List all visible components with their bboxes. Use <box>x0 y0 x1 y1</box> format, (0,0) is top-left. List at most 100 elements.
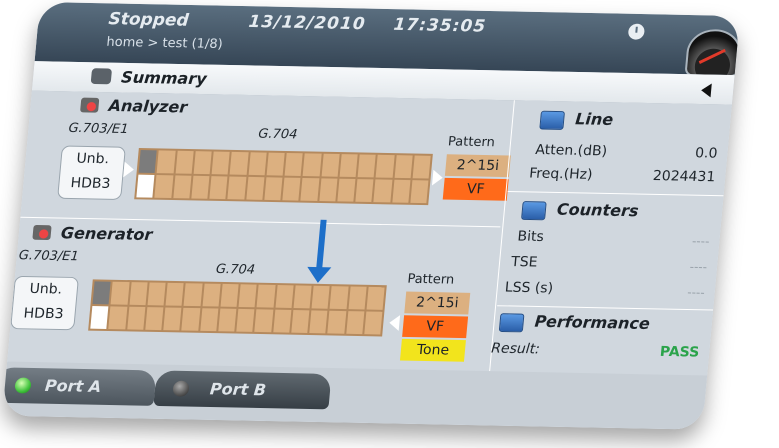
timeslot-cell[interactable] <box>266 152 285 176</box>
timeslot-cell[interactable] <box>282 177 301 201</box>
flow-down-arrow-icon <box>316 219 327 270</box>
generator-pattern-1[interactable]: VF <box>402 315 469 339</box>
timeslot-cell[interactable] <box>147 282 166 306</box>
timeslot-cell[interactable] <box>348 286 367 310</box>
timeslot-cell[interactable] <box>256 284 276 308</box>
timeslot-cell[interactable] <box>229 151 249 175</box>
port-a-tab[interactable]: Port A <box>2 367 157 406</box>
analyzer-mode-box[interactable]: Unb. HDB3 <box>57 145 126 200</box>
generator-timeslot-grid[interactable] <box>88 279 387 337</box>
counters-bits-value: ---- <box>691 234 711 249</box>
timeslot-cell[interactable] <box>110 281 130 305</box>
analyzer-pattern-1[interactable]: VF <box>442 177 509 201</box>
timeslot-cell[interactable] <box>355 179 374 203</box>
timeslot-cell[interactable] <box>108 306 127 330</box>
port-b-tab[interactable]: Port B <box>153 370 332 410</box>
timeslot-cell[interactable] <box>183 283 203 307</box>
timeslot-cell[interactable] <box>366 286 385 310</box>
timeslot-cell[interactable] <box>163 307 182 331</box>
timeslot-cell[interactable] <box>154 175 173 199</box>
port-b-status-led-icon <box>172 380 190 397</box>
generator-interface: G.703/E1 <box>18 248 80 265</box>
generator-title: Generator <box>60 223 154 245</box>
timeslot-cell[interactable] <box>318 178 338 202</box>
gauge-icon[interactable] <box>684 28 740 78</box>
timeslot-cell[interactable] <box>138 150 157 174</box>
timeslot-cell[interactable] <box>275 285 294 308</box>
timeslot-cell[interactable] <box>300 177 319 201</box>
timeslot-cell[interactable] <box>254 309 273 333</box>
breadcrumb[interactable]: home > test (1/8) <box>106 35 224 52</box>
timeslot-cell[interactable] <box>165 282 184 306</box>
test-status: Stopped <box>107 9 190 31</box>
timeslot-cell[interactable] <box>193 151 212 175</box>
timeslot-cell[interactable] <box>284 152 303 176</box>
timeslot-cell[interactable] <box>236 308 255 332</box>
performance-result-value: PASS <box>659 344 700 361</box>
generator-pattern-0[interactable]: 2^15i <box>404 291 471 315</box>
timeslot-cell[interactable] <box>202 283 221 307</box>
generator-pattern-label: Pattern <box>406 271 455 288</box>
timeslot-cell[interactable] <box>90 305 109 329</box>
generator-pattern-2[interactable]: Tone <box>399 338 466 362</box>
timeslot-cell[interactable] <box>410 180 429 204</box>
timeslot-cell[interactable] <box>92 281 111 305</box>
analyzer-interface: G.703/E1 <box>67 121 130 137</box>
timeslot-cell[interactable] <box>394 155 413 179</box>
analyzer-output-arrow-icon <box>431 169 444 186</box>
timeslot-cell[interactable] <box>220 283 239 307</box>
timeslot-cell[interactable] <box>227 176 246 200</box>
line-freq-label: Freq.(Hz) <box>528 165 594 183</box>
timeslot-cell[interactable] <box>238 284 257 308</box>
timeslot-cell[interactable] <box>373 179 392 203</box>
analyzer-timeslot-grid[interactable] <box>134 148 433 206</box>
summary-title: Summary <box>120 67 208 89</box>
timeslot-cell[interactable] <box>191 175 210 199</box>
counters-bits-label: Bits <box>516 228 545 245</box>
timeslot-cell[interactable] <box>293 285 312 309</box>
counters-tse-label: TSE <box>510 254 539 271</box>
timeslot-cell[interactable] <box>264 177 283 201</box>
timeslot-cell[interactable] <box>291 310 310 333</box>
timeslot-cell[interactable] <box>311 285 330 309</box>
timeslot-cell[interactable] <box>337 178 356 202</box>
timeslot-cell[interactable] <box>339 154 358 178</box>
line-freq-value: 2024431 <box>652 168 716 186</box>
timeslot-cell[interactable] <box>245 176 265 200</box>
timeslot-cell[interactable] <box>209 176 228 200</box>
line-atten-value: 0.0 <box>694 145 719 162</box>
timeslot-cell[interactable] <box>357 154 376 178</box>
timeslot-cell[interactable] <box>156 150 176 174</box>
generator-mode-box[interactable]: Unb. HDB3 <box>10 275 79 331</box>
timeslot-cell[interactable] <box>126 306 146 330</box>
timeslot-cell[interactable] <box>364 311 383 335</box>
generator-mode-line1: Unb. <box>28 281 63 298</box>
timeslot-cell[interactable] <box>211 151 230 175</box>
generator-icon <box>32 224 52 241</box>
timeslot-cell[interactable] <box>329 286 349 310</box>
timeslot-cell[interactable] <box>136 174 155 198</box>
timeslot-cell[interactable] <box>172 175 192 199</box>
timeslot-cell[interactable] <box>345 311 365 335</box>
timeslot-cell[interactable] <box>199 308 219 332</box>
timeslot-cell[interactable] <box>175 150 194 174</box>
timeslot-cell[interactable] <box>181 307 200 331</box>
timeslot-cell[interactable] <box>272 309 292 333</box>
port-b-label: Port B <box>209 379 267 400</box>
timeslot-cell[interactable] <box>375 154 395 178</box>
timeslot-cell[interactable] <box>218 308 237 332</box>
timeslot-cell[interactable] <box>327 310 346 334</box>
timeslot-cell[interactable] <box>129 282 148 306</box>
counters-tse-value: ---- <box>689 259 708 274</box>
performance-title: Performance <box>533 311 651 333</box>
timeslot-cell[interactable] <box>145 307 164 331</box>
timeslot-cell[interactable] <box>412 155 431 179</box>
counters-lss-label: LSS (s) <box>504 279 554 297</box>
timeslot-cell[interactable] <box>309 310 328 334</box>
analyzer-pattern-0[interactable]: 2^15i <box>444 154 511 178</box>
timeslot-cell[interactable] <box>302 153 322 177</box>
timeslot-cell[interactable] <box>248 152 267 176</box>
timeslot-cell[interactable] <box>321 153 340 177</box>
timeslot-cell[interactable] <box>391 179 411 203</box>
collapse-arrow-icon[interactable] <box>700 83 712 98</box>
